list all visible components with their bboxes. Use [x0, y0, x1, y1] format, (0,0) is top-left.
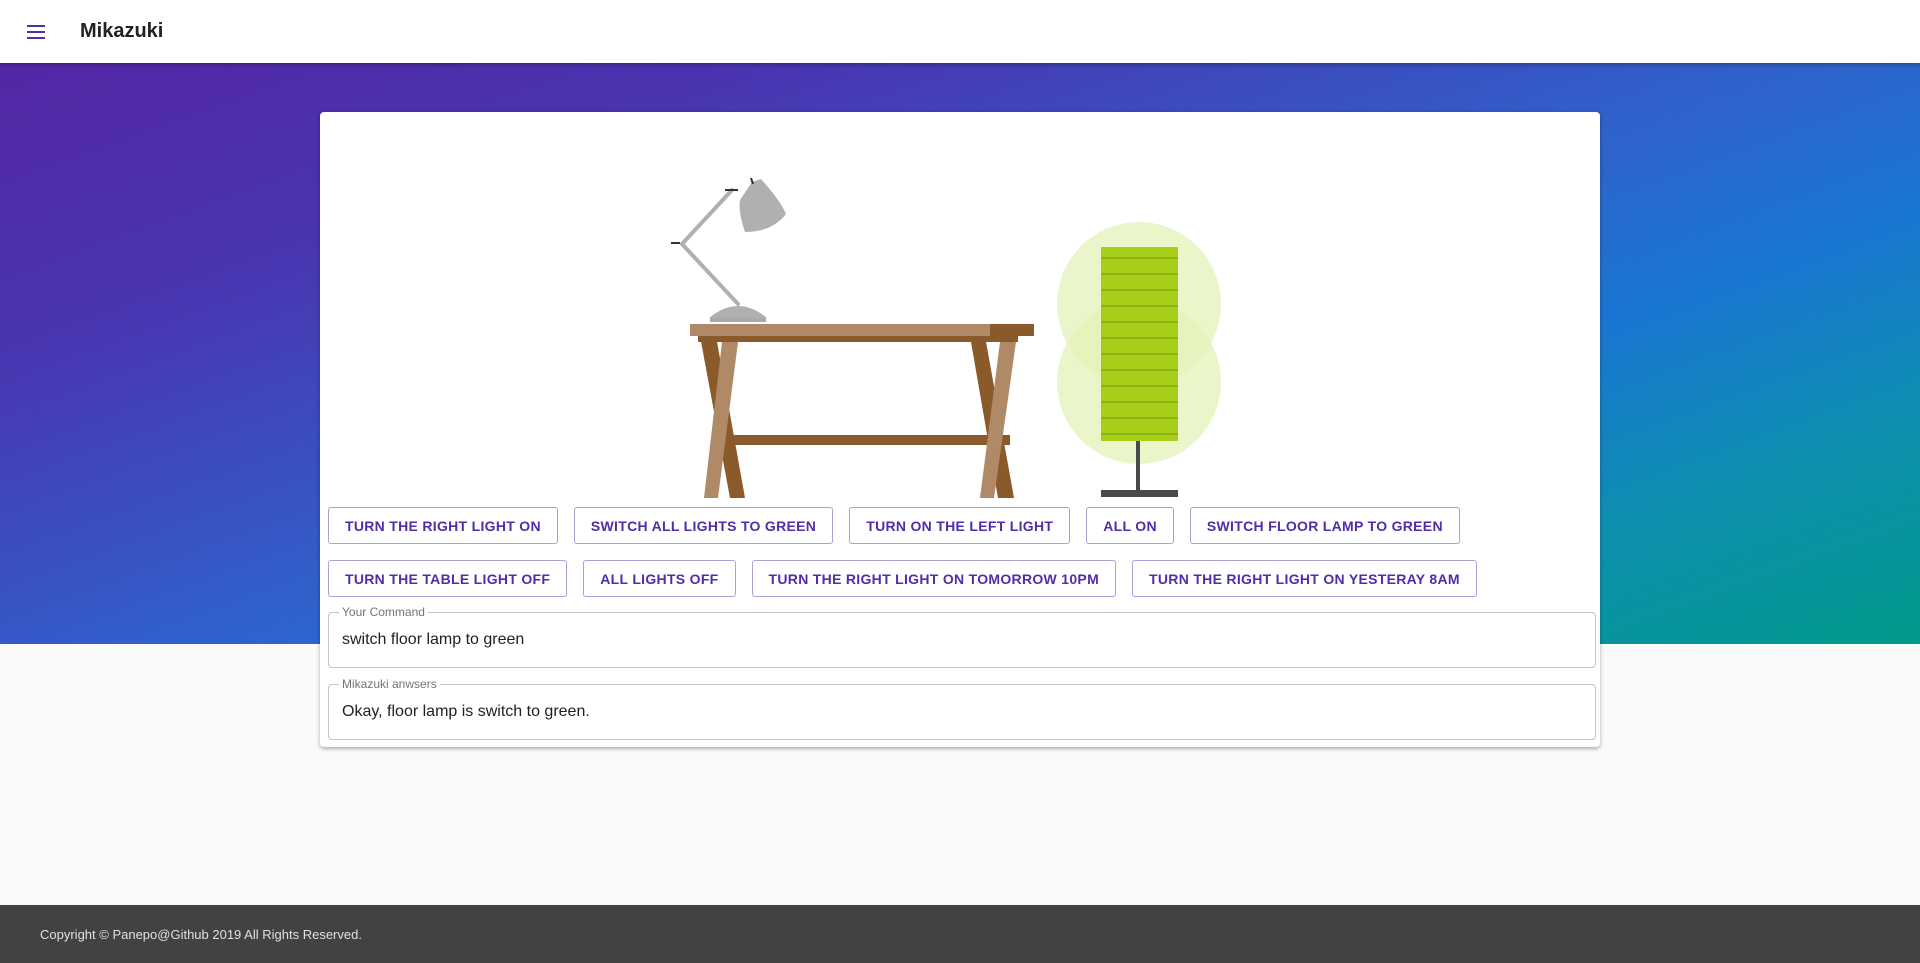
desk-lamp-lower-arm	[680, 242, 740, 306]
room-scene	[671, 177, 1221, 498]
switch-floor-lamp-green-button[interactable]: Switch floor lamp to green	[1189, 507, 1460, 544]
command-buttons-row-1: Turn the right light on Switch all light…	[328, 507, 1460, 544]
desk-lamp-icon[interactable]	[671, 177, 786, 322]
answer-field: Mikazuki anwsers Okay, floor lamp is swi…	[328, 677, 1596, 740]
turn-right-light-on-yesterday-button[interactable]: Turn the right light on yesteray 8am	[1132, 560, 1477, 597]
command-input[interactable]	[342, 613, 1582, 667]
switch-all-lights-green-button[interactable]: Switch all lights to green	[573, 507, 834, 544]
main-card: Turn the right light on Switch all light…	[320, 112, 1600, 747]
desk-lamp-upper-arm	[680, 188, 734, 246]
turn-on-left-light-button[interactable]: Turn on the left light	[849, 507, 1071, 544]
table-stretcher	[730, 435, 1010, 445]
all-lights-off-button[interactable]: All lights off	[583, 560, 736, 597]
answer-field-label: Mikazuki anwsers	[339, 677, 440, 691]
floor-lamp-icon[interactable]	[1057, 222, 1221, 497]
table-icon[interactable]	[690, 324, 1034, 498]
app-title: Mikazuki	[80, 20, 164, 42]
floor-lamp-base	[1101, 490, 1178, 497]
app-bar: Mikazuki	[0, 0, 1920, 63]
turn-right-light-on-button[interactable]: Turn the right light on	[328, 507, 558, 544]
menu-icon-line	[27, 30, 45, 33]
table-top-end	[990, 324, 1034, 336]
command-buttons-row-2: Turn the table light off All lights off …	[328, 560, 1477, 597]
answer-text: Okay, floor lamp is switch to green.	[342, 703, 590, 720]
turn-right-light-on-tomorrow-button[interactable]: Turn the right light on tomorrow 10pm	[751, 560, 1117, 597]
table-top	[690, 324, 1034, 336]
floor-lamp-shade	[1101, 247, 1178, 441]
desk-lamp-base	[709, 306, 767, 318]
desk-lamp-base-plate	[710, 318, 766, 322]
desk-lamp-shade	[739, 179, 786, 232]
menu-icon-line	[27, 36, 45, 39]
turn-table-light-off-button[interactable]: Turn the table light off	[328, 560, 568, 597]
menu-icon-line	[27, 24, 45, 27]
floor-lamp-pole	[1136, 440, 1140, 494]
footer: Copyright © Panepo@Github 2019 All Right…	[0, 905, 1920, 963]
command-field: Your Command	[328, 605, 1596, 668]
table-apron	[698, 336, 1018, 342]
menu-icon[interactable]	[24, 20, 48, 44]
copyright-text: Copyright © Panepo@Github 2019 All Right…	[40, 926, 362, 942]
all-on-button[interactable]: All on	[1086, 507, 1174, 544]
